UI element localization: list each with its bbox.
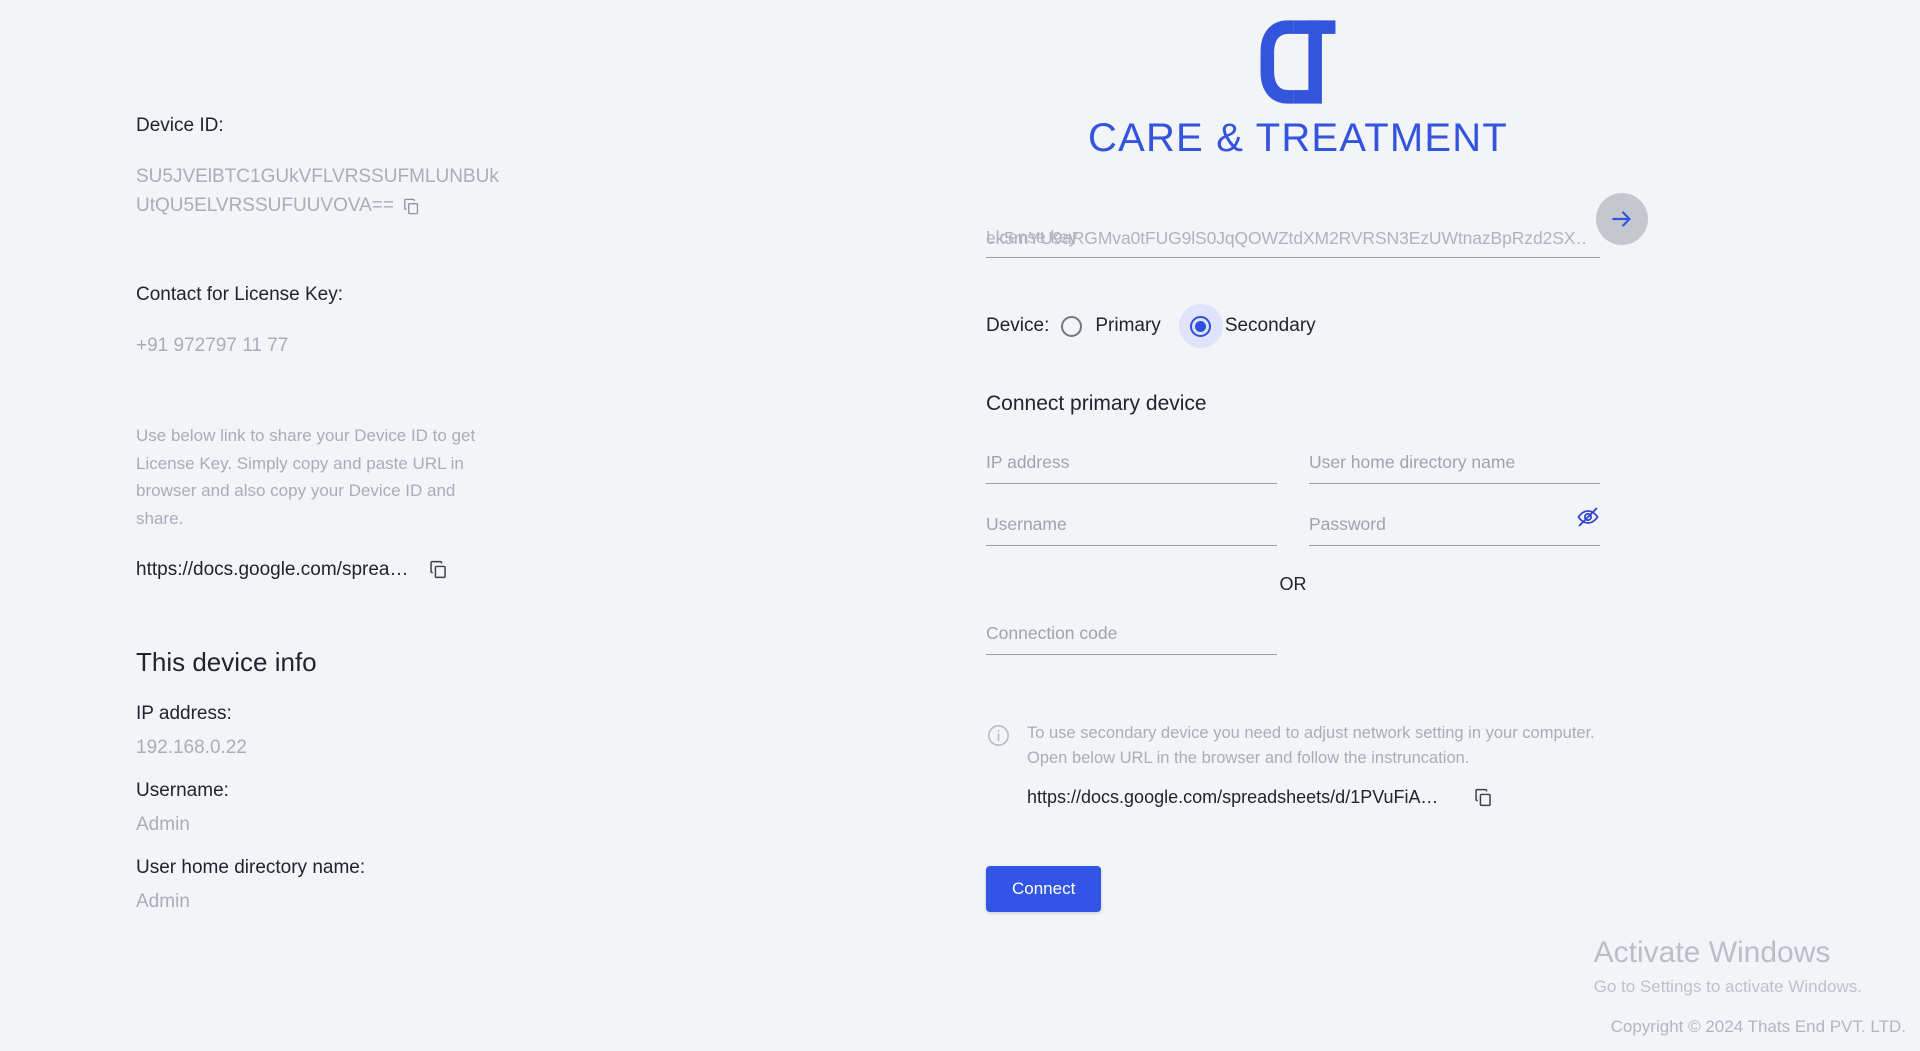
watermark-title: Activate Windows: [1593, 936, 1831, 969]
radio-circle-icon: [1060, 315, 1082, 337]
note-url[interactable]: https://docs.google.com/spreadsheets/d/1…: [1027, 787, 1447, 808]
arrow-right-icon: [1612, 211, 1631, 227]
or-separator: OR: [1279, 574, 1307, 594]
copy-icon[interactable]: [402, 197, 421, 221]
device-type-radio-group: Primary Secondary: [1049, 304, 1316, 348]
username-label: Username:: [136, 779, 229, 801]
connect-fields: [986, 452, 1600, 546]
watermark-subtitle: Go to Settings to activate Windows.: [1593, 977, 1862, 996]
ip-address-input[interactable]: [986, 452, 1277, 484]
connection-code-input[interactable]: [986, 623, 1277, 655]
radio-halo-secondary: [1178, 304, 1223, 348]
copyright-text: Copyright © 2024 Thats End PVT. LTD.: [1610, 1017, 1906, 1036]
left-info-panel: Device ID: SU5JVElBTC1GUkVFLVRSSUFMLUNBU…: [0, 0, 960, 1051]
device-type-row: Device: Primary Secondary: [986, 304, 1920, 348]
secondary-device-note-text: To use secondary device you need to adju…: [1027, 724, 1595, 768]
home-directory-label: User home directory name:: [136, 856, 366, 878]
copy-icon[interactable]: [1473, 787, 1494, 808]
device-id-block: SU5JVElBTC1GUkVFLVRSSUFMLUNBUkUtQU5ELVRS…: [136, 162, 506, 221]
brand-logo: CARE & TREATMENT: [988, 10, 1608, 161]
contact-block: Contact for License Key: +91 972797 11 7…: [136, 281, 960, 360]
device-id-value: SU5JVElBTC1GUkVFLVRSSUFMLUNBUkUtQU5ELVRS…: [136, 165, 499, 216]
password-input[interactable]: [1309, 514, 1600, 546]
ip-address-field: [986, 452, 1277, 484]
ip-address-value: 192.168.0.22: [136, 737, 247, 759]
contact-value: +91 972797 11 77: [136, 334, 289, 356]
note-link-row: https://docs.google.com/spreadsheets/d/1…: [1027, 787, 1600, 808]
secondary-device-note: To use secondary device you need to adju…: [986, 721, 1600, 808]
user-home-directory-field: [1309, 452, 1600, 484]
license-key-row: ek5mYU9aRGMva0tFUG9lS0JqQOWZtdXM2RVRSN3E…: [986, 193, 1648, 258]
connect-button[interactable]: Connect: [986, 866, 1102, 913]
device-id-label: Device ID:: [136, 115, 224, 136]
username-field: [986, 514, 1277, 546]
home-directory-value: Admin: [136, 891, 190, 913]
copy-icon[interactable]: [428, 559, 449, 580]
windows-activation-watermark: Activate Windows Go to Settings to activ…: [1594, 936, 1862, 997]
username-value: Admin: [136, 814, 190, 836]
help-text: Use below link to share your Device ID t…: [136, 425, 476, 529]
connect-primary-device-heading: Connect primary device: [986, 392, 1207, 415]
contact-label: Contact for License Key:: [136, 283, 343, 305]
share-link-row: https://docs.google.com/sprea…: [136, 559, 960, 581]
license-key-input[interactable]: [986, 227, 1600, 258]
radio-label-primary: Primary: [1095, 315, 1161, 336]
ip-address-label: IP address:: [136, 702, 232, 724]
ct-monogram-icon: [1260, 20, 1336, 104]
password-visibility-toggle[interactable]: [1576, 505, 1600, 529]
user-home-directory-input[interactable]: [1309, 452, 1600, 484]
share-url[interactable]: https://docs.google.com/sprea…: [136, 559, 408, 581]
radio-secondary[interactable]: Secondary: [1178, 304, 1316, 348]
radio-halo-primary: [1049, 304, 1093, 348]
device-info-list: IP address: 192.168.0.22 Username: Admin…: [136, 700, 960, 917]
eye-off-icon: [1577, 507, 1599, 527]
connection-code-field: [986, 623, 1277, 655]
username-input[interactable]: [986, 514, 1277, 546]
submit-license-button[interactable]: [1596, 193, 1648, 245]
device-info-heading: This device info: [136, 646, 317, 677]
app-root: Device ID: SU5JVElBTC1GUkVFLVRSSUFMLUNBU…: [0, 0, 1920, 1051]
device-type-label: Device:: [986, 315, 1050, 336]
brand-wordmark: CARE & TREATMENT: [1088, 116, 1508, 160]
right-form-panel: CARE & TREATMENT ek5mYU9aRGMva0tFUG9lS0J…: [960, 0, 1920, 1051]
info-icon: [986, 723, 1011, 753]
password-field: [1309, 507, 1600, 546]
radio-label-secondary: Secondary: [1224, 315, 1316, 336]
radio-primary[interactable]: Primary: [1049, 304, 1161, 348]
radio-circle-checked-icon: [1190, 315, 1212, 337]
